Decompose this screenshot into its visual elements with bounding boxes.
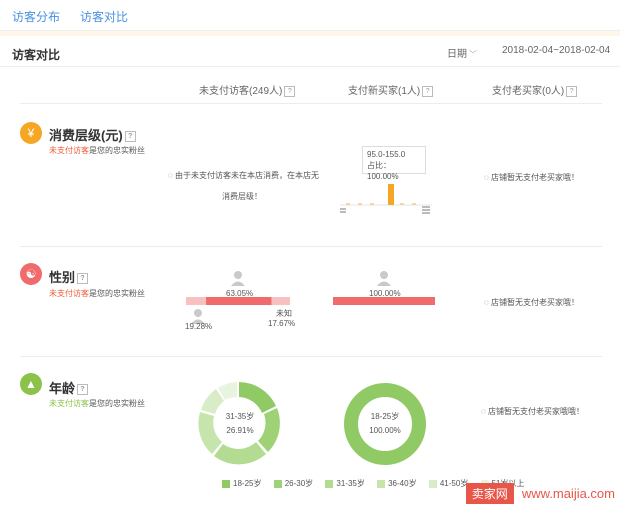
old-age-note: ◌ 店铺暂无支付老买家哦哦！ bbox=[481, 407, 584, 416]
date-selector[interactable]: 日期 ﹀ bbox=[447, 45, 477, 60]
slice-18-25[interactable] bbox=[239, 382, 276, 413]
section-subtitle: 未支付访客是您的忠实粉丝 bbox=[49, 289, 145, 298]
old-gender-note: ◌ 店铺暂无支付老买家哦！ bbox=[484, 298, 579, 307]
info-icon: ◌ bbox=[481, 407, 486, 416]
tab-bar: 访客分布 访客对比 bbox=[0, 0, 620, 33]
page-title: 访客对比 bbox=[12, 48, 61, 62]
watermark-brand: 卖家网 bbox=[465, 483, 514, 504]
column-header-unpaid: 未支付访客(249人)? bbox=[199, 82, 296, 97]
section-header: 访客对比 日期 ﹀ 2018-02-04~2018-02-04 bbox=[0, 36, 620, 67]
consume-bar-chart bbox=[340, 184, 432, 214]
bar-stub bbox=[346, 203, 350, 205]
legend-item[interactable]: 41-50岁 bbox=[428, 478, 468, 489]
section-title-gender: 性别? bbox=[49, 267, 89, 286]
bar-stub bbox=[370, 203, 374, 205]
tooltip-range: 95.0-155.0 bbox=[367, 150, 406, 159]
female-segment[interactable] bbox=[206, 297, 272, 305]
help-icon[interactable]: ? bbox=[422, 85, 434, 97]
divider bbox=[20, 246, 602, 247]
unpaid-age-donut bbox=[198, 382, 280, 465]
section-subtitle: 未支付访客是您的忠实粉丝 bbox=[49, 399, 145, 408]
female-segment[interactable] bbox=[333, 297, 435, 305]
tab-visitor-distribution[interactable]: 访客分布 bbox=[12, 8, 60, 25]
legend-swatch bbox=[222, 479, 230, 488]
new-gender-bar bbox=[333, 297, 435, 305]
date-range: 2018-02-04~2018-02-04 bbox=[502, 45, 611, 56]
divider bbox=[20, 103, 602, 104]
female-avatar-icon bbox=[377, 271, 391, 286]
new-age-donut bbox=[344, 383, 426, 465]
male-pct: 19.28% bbox=[185, 322, 213, 331]
coin-icon bbox=[340, 208, 346, 213]
section-subtitle: 未支付访客是您的忠实粉丝 bbox=[49, 146, 145, 155]
legend-swatch bbox=[325, 479, 334, 488]
slice-41-50[interactable] bbox=[201, 389, 224, 414]
female-avatar-icon bbox=[231, 271, 245, 286]
unknown-label: 未知 bbox=[276, 309, 292, 318]
bar-stub bbox=[400, 203, 404, 205]
watermark-url: www.maijia.com bbox=[521, 486, 615, 501]
help-icon[interactable]: ? bbox=[77, 273, 89, 285]
unpaid-gender-bar bbox=[186, 297, 290, 305]
legend-swatch bbox=[377, 479, 386, 488]
unpaid-consume-note-2: 消费层级！ bbox=[222, 192, 262, 201]
section-title-age: 年龄? bbox=[49, 378, 89, 397]
new-age-center-pct: 100.00% bbox=[369, 426, 401, 435]
new-age-center-label: 18-25岁 bbox=[370, 412, 400, 421]
family-icon: ▲ bbox=[20, 373, 42, 395]
watermark: 卖家网 www.maijia.com bbox=[465, 483, 615, 504]
info-icon: ◌ bbox=[168, 171, 173, 180]
yen-icon: ¥ bbox=[20, 122, 42, 144]
divider bbox=[20, 356, 602, 357]
unpaid-age-center-pct: 26.91% bbox=[226, 426, 254, 435]
legend-swatch bbox=[273, 479, 282, 488]
legend-item[interactable]: 36-40岁 bbox=[377, 478, 417, 489]
column-header-old: 支付老买家(0人)? bbox=[492, 82, 578, 97]
info-icon: ◌ bbox=[484, 298, 489, 307]
info-icon: ◌ bbox=[484, 173, 489, 182]
unknown-segment[interactable] bbox=[271, 297, 290, 305]
legend-swatch bbox=[428, 479, 437, 488]
bar-stub bbox=[412, 203, 416, 205]
legend-item[interactable]: 18-25岁 bbox=[222, 478, 261, 489]
male-segment[interactable] bbox=[186, 297, 207, 305]
help-icon[interactable]: ? bbox=[124, 131, 136, 143]
tab-visitor-compare[interactable]: 访客对比 bbox=[80, 8, 129, 33]
legend-item[interactable]: 26-30岁 bbox=[273, 478, 313, 489]
old-consume-note: ◌ 店铺暂无支付老买家哦！ bbox=[484, 173, 579, 182]
slice-36-40[interactable] bbox=[198, 412, 222, 454]
help-icon[interactable]: ? bbox=[77, 384, 89, 396]
date-label: 日期 bbox=[447, 49, 467, 60]
section-title-consume: 消费层级(元)? bbox=[49, 125, 136, 144]
slice-31-35[interactable] bbox=[214, 442, 266, 465]
bar-95-155[interactable] bbox=[388, 184, 394, 205]
slice-18-25[interactable] bbox=[344, 383, 426, 465]
unpaid-consume-note: ◌ 由于未支付访客未在本店消费，在本店无 bbox=[168, 171, 319, 180]
coin-stack-icon bbox=[422, 206, 430, 214]
help-icon[interactable]: ? bbox=[566, 85, 578, 97]
chevron-down-icon: ﹀ bbox=[469, 50, 477, 59]
unpaid-age-center-label: 31-35岁 bbox=[225, 412, 255, 421]
bar-stub bbox=[358, 203, 362, 205]
help-icon[interactable]: ? bbox=[284, 85, 296, 97]
slice-26-30[interactable] bbox=[258, 408, 280, 452]
people-icon: ☯ bbox=[20, 263, 42, 285]
bar-tooltip: 95.0-155.0 占比：100.00% bbox=[362, 146, 426, 181]
legend-item[interactable]: 31-35岁 bbox=[325, 478, 365, 489]
unknown-pct: 17.67% bbox=[268, 319, 296, 328]
column-header-new: 支付新买家(1人)? bbox=[348, 82, 434, 97]
